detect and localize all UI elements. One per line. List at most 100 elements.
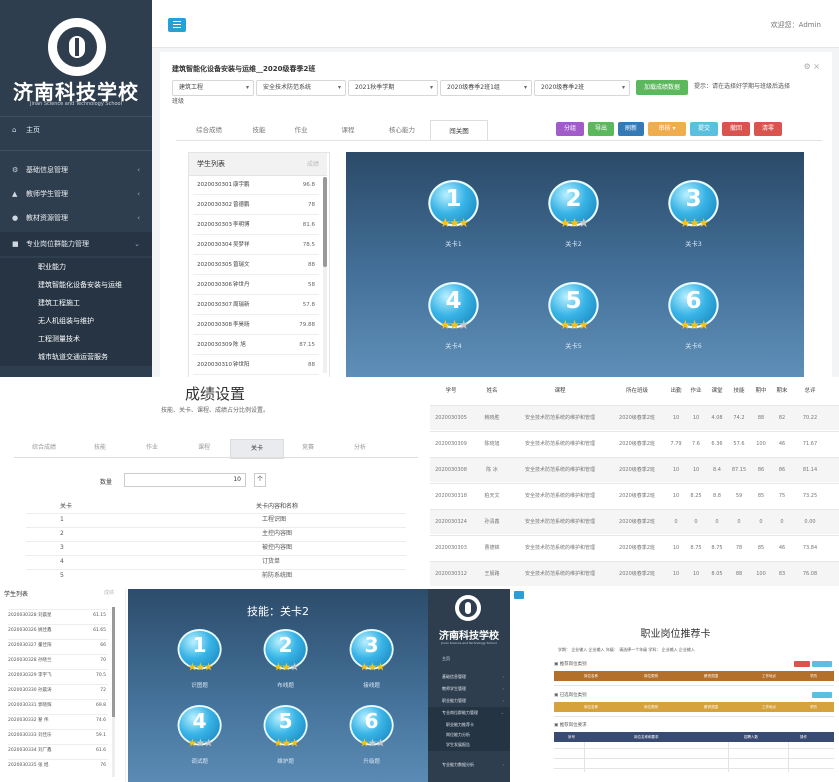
sidebar-subitem[interactable]: 工程测量技术 [0,330,152,348]
student-row[interactable]: 2020030327 董佳阳 66 [8,639,108,651]
settings-tab-analysis[interactable]: 分析 [334,439,386,457]
sidebar-item-home[interactable]: 主页 [428,653,510,665]
sidebar-subitem[interactable]: 建筑工程施工 [0,294,152,312]
level-button-3[interactable]: 3 ★★★ 关卡3 [662,180,725,254]
level-button-1[interactable]: 1 ★★★ 识图题 [172,629,227,693]
settings-tab-homework[interactable]: 作业 [126,439,178,457]
review-dropdown-button[interactable]: 审核 ▾ [648,122,686,136]
level-setting-row[interactable]: 2 主控内容图 [26,527,406,540]
level-setting-row[interactable]: 5 前防系统图 [26,569,406,582]
student-row[interactable]: 2020030329 李宇飞 70.5 [8,669,108,681]
submit-button[interactable]: 提交 [690,122,718,136]
select-group[interactable]: 2020级春季2班1组 ▾ [440,80,532,96]
settings-tab-skill[interactable]: 技能 [74,439,126,457]
job-filter-bar[interactable]: 学期： 企业输入 企业输入 年级： 请选择一个年级 学科： 企业输入 企业输入 [558,647,828,653]
group-button[interactable]: 分组 [556,122,584,136]
level-button-1[interactable]: 1 ★★★ 关卡1 [422,180,485,254]
table-row[interactable]: 2020030309 陈晓旭 安全技术防范系统的维护和管理 2020级春季2班 7.79… [430,431,839,456]
student-row[interactable]: 2020030309 陈 旭 87.15 [193,337,319,355]
column-header[interactable]: 姓名 [472,377,512,405]
student-row[interactable]: 2020030335 张 旭 76 [8,759,108,771]
student-row[interactable]: 2020030301 康宇鹏 96.8 [193,177,319,195]
settings-tab-contest[interactable]: 竞赛 [282,439,334,457]
column-header[interactable]: 课堂 [706,377,728,405]
select-course[interactable]: 安全技术防范系统 ▾ [256,80,346,96]
student-row[interactable]: 2020030308 李昊旸 79.88 [193,317,319,335]
level-button-3[interactable]: 3 ★★★ 接线题 [344,629,399,693]
student-row[interactable]: 2020030330 孙晨涛 72 [8,684,108,696]
table-row[interactable]: 2020030303 曹德锦 安全技术防范系统的维护和管理 2020级春季2班 10 8.… [430,535,839,560]
withdraw-button[interactable]: 撤回 [722,122,750,136]
table-row[interactable]: 2020030308 陈 冰 安全技术防范系统的维护和管理 2020级春季2班 10 10… [430,457,839,482]
student-row[interactable]: 2020030333 刘佳乐 59.1 [8,729,108,741]
level-button-4[interactable]: 4 ★★★ 关卡4 [422,282,485,356]
column-header[interactable]: 总评 [792,377,828,405]
sidebar-subitem[interactable]: 城市轨道交通运营服务 [0,348,152,366]
student-row[interactable]: 2020030328 刘晨星 61.15 [8,609,108,621]
sidebar-subitem[interactable]: 职业能力 [0,258,152,276]
student-row[interactable]: 2020030328 孙晓兰 70 [8,654,108,666]
column-header[interactable]: 技能 [728,377,750,405]
sidebar-item-teachers-students[interactable]: ▲ 教师学生管理 ‹ [0,182,152,206]
level-button-5[interactable]: 5 ★★★ 关卡5 [542,282,605,356]
quantity-input[interactable]: 10 [124,473,246,487]
student-row[interactable]: 2020030310 钟世阳 88 [193,357,319,375]
sidebar-item-major-ability[interactable]: ■ 专业岗位群能力管理 ⌄ [0,232,152,256]
settings-tab-level[interactable]: 关卡 [230,439,284,459]
select-semester[interactable]: 2021秋季学期 ▾ [348,80,438,96]
level-setting-row[interactable]: 1 工程识图 [26,513,406,526]
tab-skill[interactable]: 技能 [238,120,280,140]
level-button-6[interactable]: 6 ★★★ 关卡6 [662,282,725,356]
settings-tab-course[interactable]: 课程 [178,439,230,457]
student-row[interactable]: 2020030305 曾瑞文 88 [193,257,319,275]
column-header[interactable]: 出勤 [666,377,686,405]
tab-homework[interactable]: 作业 [280,120,322,140]
sidebar-item-active[interactable]: 专业岗位群能力管理 ⌄ [428,707,510,719]
sidebar-subitem[interactable]: 无人机组装与维护 [0,312,152,330]
sidebar-item[interactable]: 教师学生管理 ‹ [428,683,510,695]
refresh-button[interactable]: 刷新 [618,122,644,136]
sidebar-item-resources[interactable]: ● 教材资源管理 ‹ [0,206,152,230]
level-button-6[interactable]: 6 ★★★ 升级题 [344,705,399,769]
tab-core-ability[interactable]: 核心能力 [374,120,430,140]
sidebar-item[interactable]: 基础信息管理 ‹ [428,671,510,683]
level-button-5[interactable]: 5 ★★★ 维护题 [258,705,313,769]
menu-toggle-button[interactable] [514,591,524,599]
sidebar-item[interactable]: 职业能力管理 ‹ [428,695,510,707]
student-row[interactable]: 2020030303 李明博 81.6 [193,217,319,235]
select-class[interactable]: 2020级春季2班 ▾ [534,80,630,96]
table-row[interactable]: 2020030324 孙清鑫 安全技术防范系统的维护和管理 2020级春季2班 0 0 0 0… [430,509,839,534]
table-row[interactable]: 2020030318 柏天文 安全技术防范系统的维护和管理 2020级春季2班 10 8.… [430,483,839,508]
student-row[interactable]: 2020030334 刘广鑫 61.6 [8,744,108,756]
student-row[interactable]: 2020030326 姚佳鑫 61.65 [8,624,108,636]
level-button-2[interactable]: 2 ★★★ 关卡2 [542,180,605,254]
mini-list-scrollbar[interactable] [112,607,115,777]
student-row[interactable]: 2020030306 钟世丹 58 [193,277,319,295]
tab-overall[interactable]: 综合成绩 [180,120,238,140]
tab-course[interactable]: 课程 [322,120,374,140]
badge[interactable] [794,661,810,667]
column-header[interactable]: 期中 [750,377,772,405]
level-setting-row[interactable]: 4 订货单 [26,555,406,568]
window-controls[interactable]: ⚙ × [804,62,820,71]
student-row[interactable]: 2020030307 周瑞新 57.8 [193,297,319,315]
student-list-scrollbar[interactable] [323,177,327,373]
level-setting-row[interactable]: 3 被控内容图 [26,541,406,554]
badge[interactable] [812,661,832,667]
student-row[interactable]: 2020030304 吴梦祥 78.5 [193,237,319,255]
sidebar-item-basic-info[interactable]: ⚙ 基础信息管理 ‹ [0,158,152,182]
column-header[interactable]: 学号 [430,377,472,405]
column-header[interactable]: 期末 [772,377,792,405]
select-major[interactable]: 建筑工程 ▾ [172,80,254,96]
menu-toggle-button[interactable] [168,18,186,32]
export-button[interactable]: 导出 [588,122,614,136]
column-header[interactable]: 作业 [686,377,706,405]
badge[interactable] [812,692,832,698]
student-row[interactable]: 2020030332 翟 伟 74.6 [8,714,108,726]
column-header[interactable]: 课程 [512,377,608,405]
table-row[interactable]: 2020030305 韩晓胜 安全技术防范系统的维护和管理 2020级春季2班 10 10… [430,405,839,430]
sidebar-item[interactable]: 专业能力数据分析 ‹ [428,759,510,771]
table-row[interactable]: 2020030312 王晨路 安全技术防范系统的维护和管理 2020级春季2班 10 10… [430,561,839,586]
sidebar-item-home[interactable]: ⌂ 主页 [0,118,152,142]
sidebar-subitem[interactable]: 建筑智能化设备安装与运维 [0,276,152,294]
